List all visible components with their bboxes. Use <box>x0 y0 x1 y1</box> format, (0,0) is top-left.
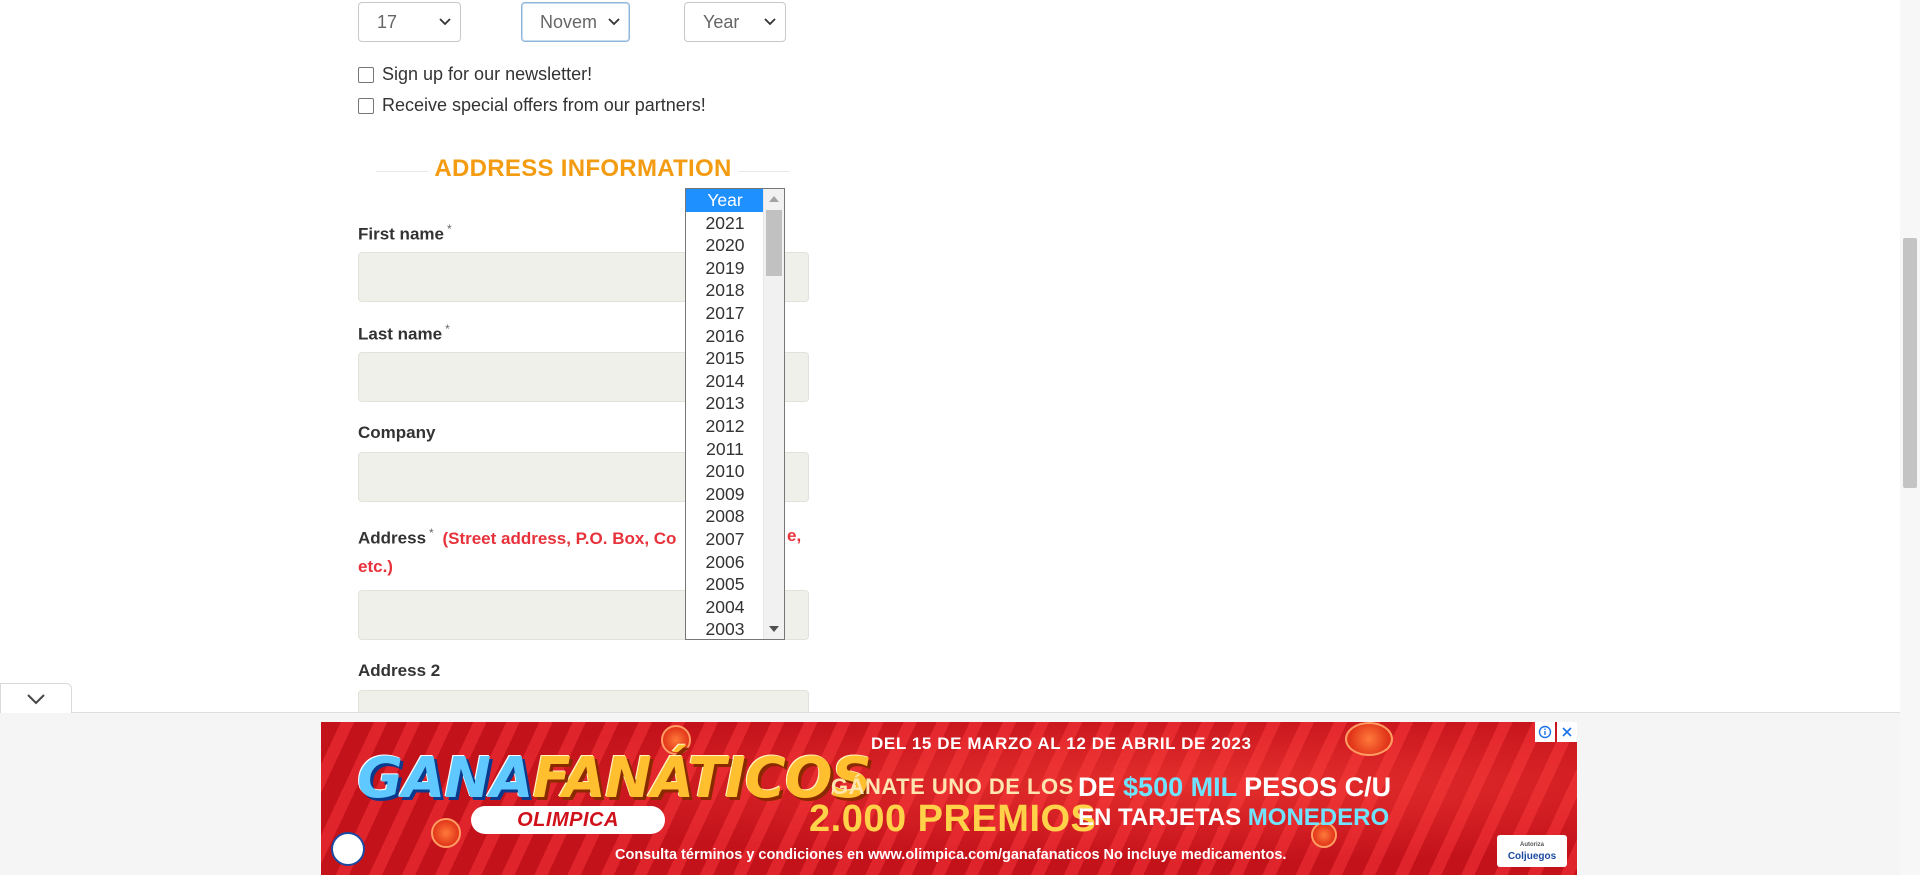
year-option[interactable]: 2008 <box>686 505 764 528</box>
year-option[interactable]: 2006 <box>686 551 764 574</box>
birth-year-select[interactable]: Year <box>684 2 786 42</box>
year-option[interactable]: 2018 <box>686 279 764 302</box>
year-option[interactable]: 2005 <box>686 573 764 596</box>
ad-terms: Consulta términos y condiciones en www.o… <box>615 847 1287 863</box>
offers-checkbox[interactable] <box>358 97 374 114</box>
birth-month-value: Novem <box>540 11 598 32</box>
ad-promo-line1: DE $500 MIL PESOS C/U <box>1078 772 1392 802</box>
ad-close-icon[interactable] <box>1557 722 1577 742</box>
birth-month-select[interactable]: Novem <box>521 2 630 42</box>
year-option[interactable]: 2007 <box>686 528 764 551</box>
page-scroll-thumb[interactable] <box>1903 238 1917 488</box>
birth-day-select[interactable]: 17 <box>358 2 461 42</box>
ad-win-line2: 2.000 PREMIOS <box>809 798 1097 840</box>
newsletter-label: Sign up for our newsletter! <box>382 64 593 84</box>
year-option[interactable]: 2014 <box>686 370 764 393</box>
birth-year-value: Year <box>703 11 740 32</box>
address-hint: (Street address, P.O. Box, Co <box>442 528 677 548</box>
dropdown-scroll-thumb[interactable] <box>766 210 782 276</box>
chevron-down-icon <box>608 18 620 26</box>
ad-logo: GANAFANÁTICOS <box>357 746 872 811</box>
address2-label: Address 2 <box>358 661 441 680</box>
chevron-down-icon <box>27 693 45 704</box>
ad-banner[interactable]: GANAFANÁTICOS OLIMPICA DEL 15 DE MARZO A… <box>321 722 1577 875</box>
year-option[interactable]: 2004 <box>686 596 764 619</box>
company-label: Company <box>358 423 436 442</box>
ad-win-line1: GÁNATE UNO DE LOS <box>831 774 1074 799</box>
year-option[interactable]: 2003 <box>686 618 764 639</box>
required-mark: * <box>446 222 452 236</box>
year-option[interactable]: 2011 <box>686 438 764 461</box>
year-option[interactable]: 2015 <box>686 347 764 370</box>
year-option[interactable]: 2012 <box>686 415 764 438</box>
last-name-label: Last name * <box>358 322 450 344</box>
first-name-label: First name * <box>358 222 452 244</box>
required-mark: * <box>429 526 434 540</box>
regulator-logo: Autoriza Coljuegos <box>1497 835 1567 867</box>
year-option[interactable]: 2010 <box>686 460 764 483</box>
coin-decoration <box>431 818 461 848</box>
chevron-down-icon <box>764 18 776 26</box>
ad-promo-line2: EN TARJETAS MONEDERO <box>1078 804 1390 831</box>
scroll-up-arrow-icon[interactable] <box>769 196 779 202</box>
section-title: ADDRESS INFORMATION <box>428 155 738 183</box>
year-option[interactable]: 2016 <box>686 325 764 348</box>
newsletter-row: Sign up for our newsletter! <box>358 64 592 85</box>
address-section-heading: ADDRESS INFORMATION <box>358 152 808 186</box>
ad-brand: OLIMPICA <box>471 806 665 834</box>
year-option[interactable]: 2017 <box>686 302 764 325</box>
dropdown-scrollbar[interactable] <box>763 189 784 639</box>
year-option[interactable]: 2019 <box>686 257 764 280</box>
address-hint-tail: e, <box>787 526 802 545</box>
seal-icon <box>331 832 365 866</box>
year-option[interactable]: 2020 <box>686 234 764 257</box>
adchoices-icon[interactable] <box>1535 722 1555 742</box>
required-mark: * <box>445 322 450 336</box>
page-scrollbar[interactable] <box>1900 0 1920 875</box>
birth-day-value: 17 <box>377 11 398 32</box>
year-option[interactable]: 2021 <box>686 212 764 235</box>
address-hint-end: etc.) <box>358 557 393 576</box>
coin-decoration <box>1345 722 1393 756</box>
ad-dates: DEL 15 DE MARZO AL 12 DE ABRIL DE 2023 <box>871 734 1252 753</box>
offers-label: Receive special offers from our partners… <box>382 95 706 115</box>
collapse-ad-button[interactable] <box>0 683 72 713</box>
year-option[interactable]: 2009 <box>686 483 764 506</box>
year-dropdown-list[interactable]: Year 2021 2020 2019 2018 2017 2016 2015 2014 2013… <box>685 188 785 640</box>
newsletter-checkbox[interactable] <box>358 66 374 83</box>
scroll-down-arrow-icon[interactable] <box>769 626 779 632</box>
offers-row: Receive special offers from our partners… <box>358 95 706 116</box>
year-option[interactable]: 2013 <box>686 392 764 415</box>
year-option[interactable]: Year <box>686 189 764 212</box>
ad-divider <box>0 712 1900 713</box>
chevron-down-icon <box>439 18 451 26</box>
